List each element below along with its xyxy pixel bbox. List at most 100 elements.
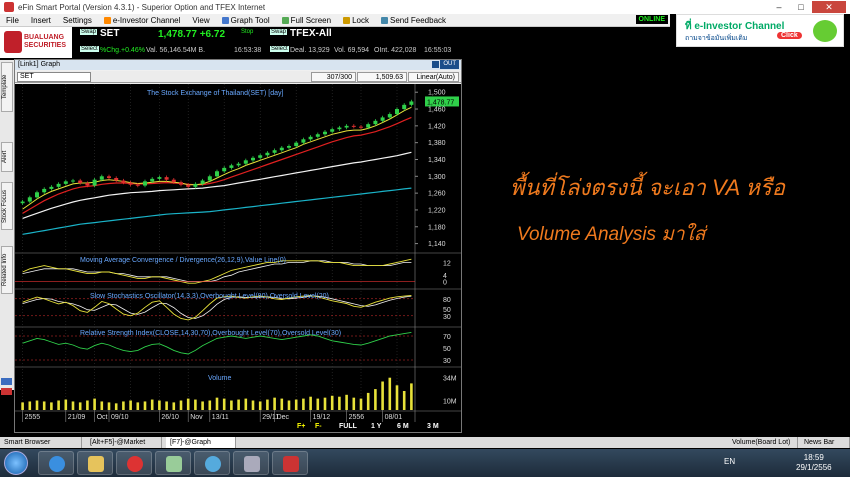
menu-e-investor-channel[interactable]: e-Investor Channel <box>98 16 187 25</box>
graph-tab[interactable]: [F7]-@Graph <box>166 437 236 448</box>
y-tick-label: 1,300 <box>428 174 446 181</box>
broker-logo: BUALUANG SECURITIES <box>0 27 72 58</box>
volume-bar <box>338 396 341 410</box>
minimize-button[interactable]: – <box>768 1 790 13</box>
taskbar-chrome-icon[interactable] <box>116 451 152 475</box>
volume-bar <box>35 400 39 410</box>
graph-toolbar: SET 307/300 1,509.63 Linear(Auto) <box>15 71 461 83</box>
candle-body <box>157 177 162 179</box>
graph-window-title-text: [Link1] Graph <box>18 61 61 68</box>
taskbar-explorer-icon[interactable] <box>77 451 113 475</box>
scale-select[interactable]: Linear(Auto) <box>408 72 459 82</box>
chart-plot-area[interactable]: 1,500 1,460 1,420 1,380 1,340 1,300 1,260 1,220… <box>15 84 461 422</box>
select-button[interactable]: Select <box>270 46 289 52</box>
symbol-select[interactable]: SET <box>17 72 91 82</box>
app-icon <box>4 2 14 12</box>
volume-bar <box>323 397 327 410</box>
taskbar-app-icon[interactable] <box>155 451 191 475</box>
bar-count: 307/300 <box>311 72 356 82</box>
close-button[interactable]: ✕ <box>812 1 846 13</box>
x-tick-label: 21/09 <box>68 414 86 421</box>
volume-bar <box>316 398 320 410</box>
menu-insert[interactable]: Insert <box>25 16 57 25</box>
zoom-in-icon[interactable]: F+ <box>297 422 305 432</box>
candle-body <box>258 155 263 158</box>
menu-file[interactable]: File <box>0 16 25 25</box>
menu-full-screen[interactable]: Full Screen <box>276 16 337 25</box>
maximize-button[interactable]: □ <box>790 1 812 13</box>
candle-body <box>279 147 284 151</box>
candle-body <box>359 126 363 128</box>
candle-body <box>150 178 155 182</box>
zoom-out-icon[interactable]: F- <box>315 422 322 432</box>
feedback-icon <box>380 16 388 24</box>
language-indicator[interactable]: EN <box>724 457 735 466</box>
volume-bar <box>244 398 248 410</box>
select-button[interactable]: Select <box>80 46 99 52</box>
volume-bar <box>21 402 24 410</box>
taskbar-clock[interactable]: 18:59 29/1/2556 <box>796 453 832 473</box>
menu-send-feedback[interactable]: Send Feedback <box>375 16 452 25</box>
swap-button[interactable]: Swap <box>270 29 288 35</box>
candle-body <box>337 127 342 130</box>
window-titlebar: eFin Smart Portal (Version 4.3.1) - Supe… <box>0 0 850 14</box>
candle-body <box>344 125 349 128</box>
tab-related-info[interactable]: Related Info <box>1 246 13 294</box>
candle-body <box>315 134 320 137</box>
x-tick-label: 19/12 <box>313 414 331 421</box>
banner-click-button[interactable]: Click <box>777 32 802 39</box>
out-button[interactable]: OUT <box>440 60 459 69</box>
news-bar-button[interactable]: News Bar <box>800 437 850 448</box>
taskbar-window-icon[interactable] <box>233 451 269 475</box>
smart-browser-button[interactable]: Smart Browser <box>0 437 82 448</box>
menu-view[interactable]: View <box>186 16 215 25</box>
menu-label: e-Investor Channel <box>112 15 181 25</box>
candle-body <box>251 157 255 161</box>
candle-body <box>49 186 54 189</box>
market-tab[interactable]: [Alt+F5]-@Market <box>86 437 162 448</box>
ma-cyan-line <box>22 187 412 235</box>
candle-body <box>128 182 133 185</box>
taskbar-efin-icon[interactable] <box>272 451 308 475</box>
tab-alert[interactable]: Alert <box>1 142 13 172</box>
volume-bar <box>309 396 312 410</box>
quote-panel-set: Swap SET 1,478.77 +6.72 Stop Select %Chg… <box>74 27 266 58</box>
pin-icon[interactable] <box>432 61 439 68</box>
swap-button[interactable]: Swap <box>80 29 98 35</box>
period-full-button[interactable]: FULL <box>339 422 357 432</box>
menu-lock[interactable]: Lock <box>337 16 375 25</box>
macd-tick-label: 0 <box>443 280 447 287</box>
volume-bar <box>345 394 348 410</box>
volume-board-lot: Volume(Board Lot) <box>728 437 798 448</box>
save-icon[interactable] <box>1 378 12 385</box>
broker-logo-icon <box>4 31 22 53</box>
taskbar-globe-icon[interactable] <box>194 451 230 475</box>
candle-body <box>287 146 291 148</box>
quote-time: 16:53:38 <box>234 47 262 54</box>
volume-bar <box>287 400 291 410</box>
e-investor-banner[interactable]: ที่ e-Investor Channel ถามจาข้อมันเพิ่มเ… <box>676 14 844 47</box>
menu-label: Lock <box>352 15 369 25</box>
delete-icon[interactable] <box>1 388 12 395</box>
volume-bar <box>186 398 190 410</box>
candle-body <box>380 117 385 121</box>
period-6m-button[interactable]: 6 M <box>397 422 409 432</box>
annotation-line-1: พื้นที่โล่งตรงนี้ จะเอา VA หรือ <box>510 175 785 200</box>
tab-template[interactable]: Template <box>1 62 13 112</box>
taskbar-ie-icon[interactable] <box>38 451 74 475</box>
period-3m-button[interactable]: 3 M <box>427 422 439 432</box>
tab-stock-focus[interactable]: Stock Focus <box>1 182 13 230</box>
graph-tool-icon <box>221 16 229 24</box>
candle-body <box>78 180 83 184</box>
period-1y-button[interactable]: 1 Y <box>371 422 381 432</box>
menu-graph-tool[interactable]: Graph Tool <box>216 16 276 25</box>
volume-bar <box>107 402 111 410</box>
candle-body <box>63 181 68 184</box>
candle-body <box>193 183 198 187</box>
candle-body <box>20 201 25 204</box>
volume-bar <box>410 383 413 410</box>
stop-button[interactable]: Stop <box>240 29 255 35</box>
menu-settings[interactable]: Settings <box>57 16 98 25</box>
menu-label: Insert <box>30 15 51 25</box>
start-button[interactable] <box>4 451 28 475</box>
